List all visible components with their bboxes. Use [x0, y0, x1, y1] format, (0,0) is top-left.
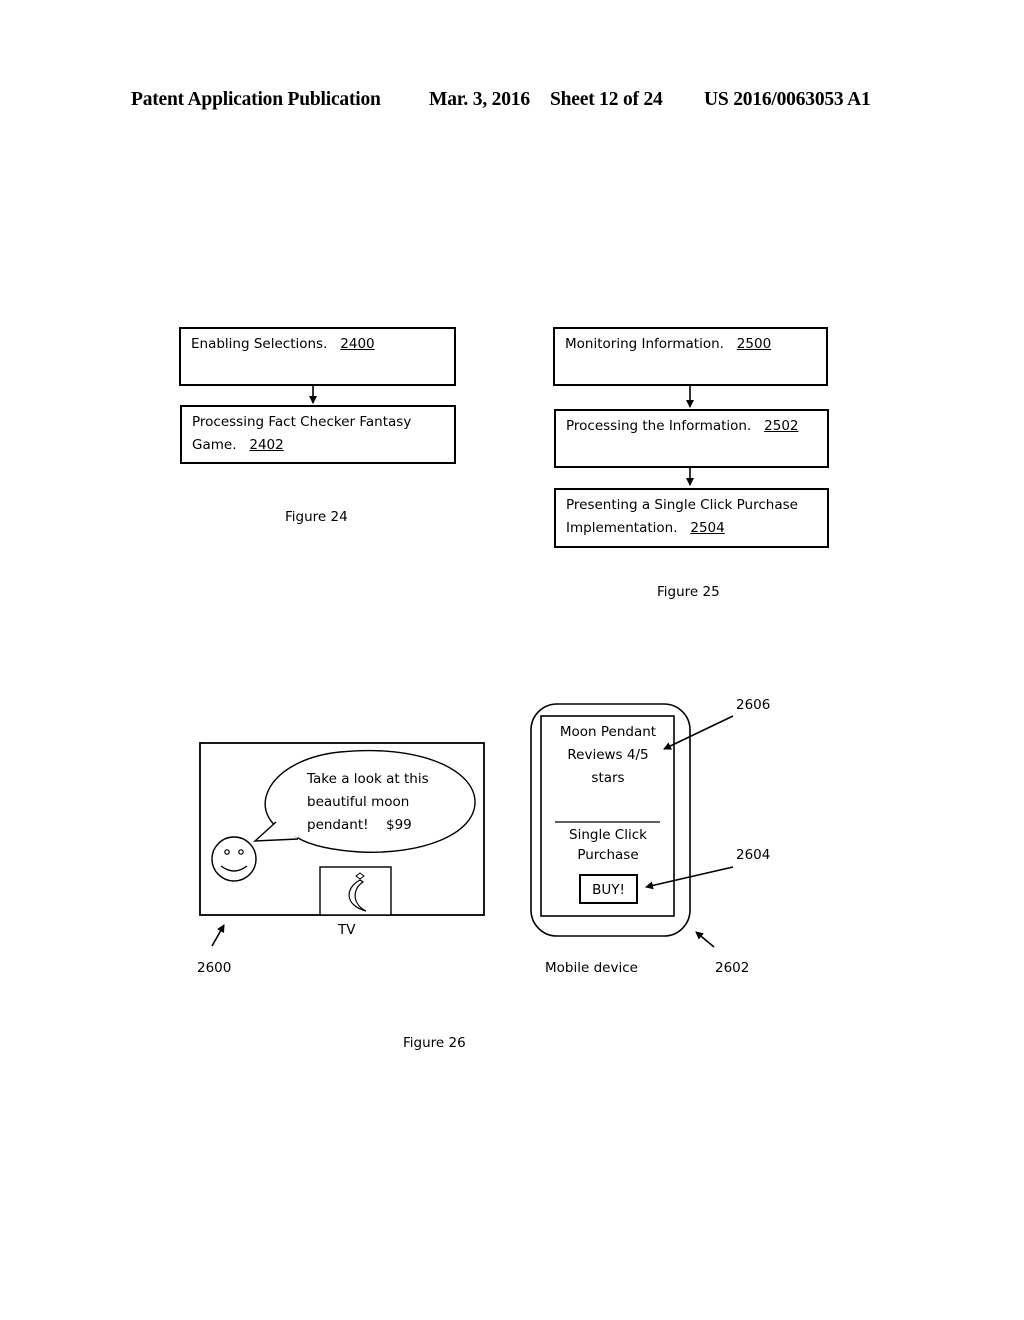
ref-2606: 2606	[736, 697, 771, 713]
flow-step-2500: Monitoring Information. 2500	[553, 327, 828, 386]
smiley-face-icon	[211, 836, 257, 882]
product-info: Moon Pendant Reviews 4/5 stars	[543, 721, 673, 790]
step-ref: 2502	[764, 418, 799, 434]
step-text: Processing Fact Checker Fantasy Game.	[192, 414, 412, 453]
ref-arrow-2600	[211, 924, 225, 947]
figure-25-caption: Figure 25	[657, 584, 720, 600]
speech-line-2: beautiful moon	[307, 794, 410, 810]
flow-step-2400: Enabling Selections. 2400	[179, 327, 456, 386]
flow-step-2502: Processing the Information. 2502	[554, 409, 829, 468]
purchase-line-1: Single Click	[569, 827, 647, 843]
step-ref: 2500	[736, 336, 772, 352]
step-ref: 2402	[249, 437, 284, 453]
tv-label: TV	[338, 922, 356, 938]
step-text: Enabling Selections.	[191, 336, 328, 352]
purchase-line-2: Purchase	[577, 847, 639, 863]
buy-button[interactable]: BUY!	[580, 879, 637, 901]
step-ref: 2400	[340, 336, 375, 352]
product-reviews: Reviews 4/5	[567, 747, 649, 763]
step-text: Presenting a Single Click Purchase Imple…	[566, 497, 798, 536]
speech-line-3: pendant!	[307, 817, 369, 833]
product-name: Moon Pendant	[559, 724, 657, 740]
drawing-layer	[199, 385, 734, 948]
speech-price: $99	[386, 817, 412, 833]
mobile-device-label: Mobile device	[545, 960, 638, 976]
ref-2604: 2604	[736, 847, 771, 863]
step-ref: 2504	[690, 520, 725, 536]
purchase-heading: Single Click Purchase	[543, 825, 673, 865]
figure-24-caption: Figure 24	[285, 509, 348, 525]
ref-2602: 2602	[715, 960, 750, 976]
ref-2600: 2600	[197, 960, 232, 976]
step-text: Processing the Information.	[566, 418, 752, 434]
flow-step-2504: Presenting a Single Click Purchase Imple…	[554, 488, 829, 548]
ref-arrow-2602	[695, 931, 715, 948]
product-reviews-unit: stars	[591, 770, 625, 786]
speech-line-1: Take a look at this	[307, 771, 429, 787]
step-text: Monitoring Information.	[565, 336, 724, 352]
flow-step-2402: Processing Fact Checker Fantasy Game. 24…	[180, 405, 456, 464]
figure-26-caption: Figure 26	[403, 1035, 466, 1051]
